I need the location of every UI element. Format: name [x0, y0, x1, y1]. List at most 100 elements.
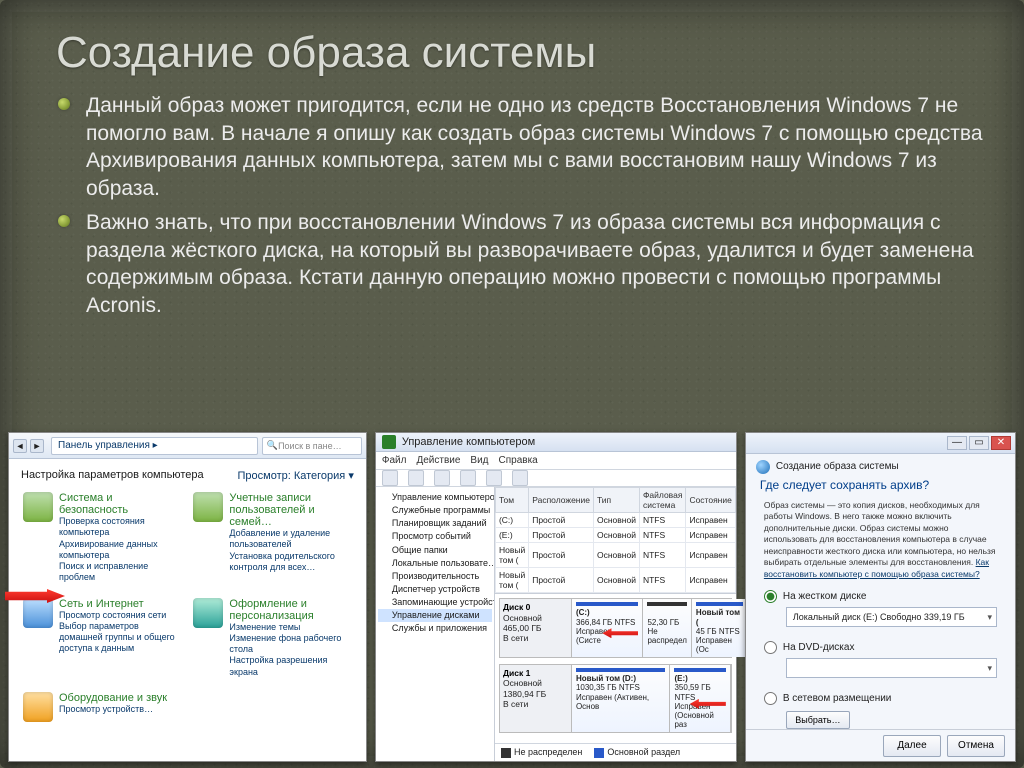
table-row[interactable]: Новый том (ПростойОсновнойNTFSИсправен: [495, 543, 735, 568]
dvd-dropdown[interactable]: [786, 658, 997, 678]
tool-icon[interactable]: [434, 470, 450, 486]
menu-item[interactable]: Действие: [416, 455, 460, 466]
cancel-button[interactable]: Отмена: [947, 735, 1005, 757]
partition[interactable]: Новый том (45 ГБ NTFSИсправен (Ос: [692, 599, 748, 657]
tree-item[interactable]: Диспетчер устройств: [378, 583, 492, 596]
tree-item[interactable]: Служебные программы: [378, 504, 492, 517]
highlight-arrow-icon: [690, 699, 726, 709]
hd-dropdown[interactable]: Локальный диск (E:) Свободно 339,19 ГБ: [786, 607, 997, 627]
window-controls: — ▭ ✕: [746, 433, 1015, 454]
category-link[interactable]: Добавление и удаление пользователей: [229, 528, 351, 551]
option-hard-disk[interactable]: На жестком диске: [764, 590, 997, 603]
cp-category[interactable]: Оборудование и звукПросмотр устройств…: [17, 688, 187, 732]
category-link[interactable]: Установка родительского контроля для все…: [229, 551, 351, 574]
search-icon: 🔍: [267, 440, 278, 451]
cp-category[interactable]: Система и безопасностьПроверка состояния…: [17, 488, 187, 594]
highlight-arrow-icon: [602, 628, 638, 638]
category-title[interactable]: Учетные записи пользователей и семей…: [229, 492, 351, 528]
option-network[interactable]: В сетевом размещении: [764, 692, 997, 705]
wizard-icon: [756, 460, 770, 474]
nav-fwd-icon[interactable]: ►: [30, 439, 44, 453]
tool-icon[interactable]: [486, 470, 502, 486]
screenshot-disk-management: Управление компьютером Файл Действие Вид Сп…: [375, 432, 737, 762]
address-bar[interactable]: Панель управления ▸: [51, 437, 258, 455]
window-titlebar: ◄ ► Панель управления ▸ 🔍 Поиск в пане…: [9, 433, 366, 459]
category-link[interactable]: Проверка состояния компьютера: [59, 516, 181, 539]
category-link[interactable]: Выбор параметров домашней группы и общег…: [59, 621, 181, 655]
category-title[interactable]: Система и безопасность: [59, 492, 181, 516]
partition[interactable]: (E:)350,59 ГБ NTFSИсправен (Основной раз: [670, 665, 730, 732]
option-dvd[interactable]: На DVD-дисках: [764, 641, 997, 654]
bullet-item: Важно знать, что при восстановлении Wind…: [86, 209, 984, 320]
menu-bar[interactable]: Файл Действие Вид Справка: [376, 452, 736, 470]
category-link[interactable]: Просмотр устройств…: [59, 704, 167, 715]
table-row[interactable]: Новый том (ПростойОсновнойNTFSИсправен: [495, 568, 735, 593]
bullet-list: Данный образ может пригодится, если не о…: [0, 92, 1024, 320]
search-placeholder: Поиск в пане…: [278, 441, 342, 451]
column-header[interactable]: Файловая система: [639, 488, 685, 513]
tree-item[interactable]: Запоминающие устройст…: [378, 596, 492, 609]
close-icon[interactable]: ✕: [991, 436, 1011, 450]
category-link[interactable]: Просмотр состояния сети: [59, 610, 181, 621]
category-icon: [193, 492, 223, 522]
legend: Не распределен Основной раздел: [495, 743, 736, 761]
tool-icon[interactable]: [408, 470, 424, 486]
tree-item[interactable]: Общие папки: [378, 544, 492, 557]
search-input[interactable]: 🔍 Поиск в пане…: [262, 437, 362, 455]
tree-item[interactable]: Службы и приложения: [378, 622, 492, 635]
tool-icon[interactable]: [382, 470, 398, 486]
tree-item[interactable]: Планировщик заданий: [378, 517, 492, 530]
column-header[interactable]: Состояние: [686, 488, 735, 513]
tree-item[interactable]: Производительность: [378, 570, 492, 583]
next-button[interactable]: Далее: [883, 735, 941, 757]
partition[interactable]: Новый том (D:)1030,35 ГБ NTFSИсправен (А…: [572, 665, 671, 732]
tool-icon[interactable]: [460, 470, 476, 486]
cp-category[interactable]: Оформление и персонализацияИзменение тем…: [187, 594, 357, 688]
partition[interactable]: (C:)366,84 ГБ NTFSИсправен (Систе: [572, 599, 644, 657]
cp-category[interactable]: Сеть и ИнтернетПросмотр состояния сетиВы…: [17, 594, 187, 688]
toolbar[interactable]: [376, 470, 736, 488]
view-mode[interactable]: Просмотр: Категория ▾: [237, 469, 353, 482]
tree-item[interactable]: Локальные пользовате…: [378, 557, 492, 570]
category-title[interactable]: Сеть и Интернет: [59, 598, 181, 610]
category-link[interactable]: Изменение фона рабочего стола: [229, 633, 351, 656]
screenshot-system-image-wizard: — ▭ ✕ Создание образа системы Где следуе…: [745, 432, 1016, 762]
category-link[interactable]: Поиск и исправление проблем: [59, 561, 181, 584]
column-header[interactable]: Тип: [593, 488, 639, 513]
column-header[interactable]: Том: [495, 488, 528, 513]
category-link[interactable]: Настройка разрешения экрана: [229, 655, 351, 678]
category-title[interactable]: Оформление и персонализация: [229, 598, 351, 622]
cp-heading: Настройка параметров компьютера: [21, 469, 204, 482]
nav-back-icon[interactable]: ◄: [13, 439, 27, 453]
category-link[interactable]: Архивирование данных компьютера: [59, 539, 181, 562]
partition[interactable]: 52,30 ГБНе распредел: [643, 599, 691, 657]
table-row[interactable]: (C:)ПростойОсновнойNTFSИсправен: [495, 513, 735, 528]
radio-net[interactable]: [764, 692, 777, 705]
column-header[interactable]: Расположение: [529, 488, 594, 513]
radio-hd[interactable]: [764, 590, 777, 603]
screenshot-control-panel: ◄ ► Панель управления ▸ 🔍 Поиск в пане… …: [8, 432, 367, 762]
bullet-item: Данный образ может пригодится, если не о…: [86, 92, 984, 203]
menu-item[interactable]: Файл: [382, 455, 407, 466]
menu-item[interactable]: Вид: [470, 455, 488, 466]
cp-category[interactable]: Учетные записи пользователей и семей…Доб…: [187, 488, 357, 594]
category-link[interactable]: Изменение темы: [229, 622, 351, 633]
radio-dvd[interactable]: [764, 641, 777, 654]
table-row[interactable]: (E:)ПростойОсновнойNTFSИсправен: [495, 528, 735, 543]
disk-label: Диск 0Основной465,00 ГБВ сети: [500, 599, 572, 657]
window-titlebar: Управление компьютером: [376, 433, 736, 452]
browse-button[interactable]: Выбрать…: [786, 711, 850, 729]
disk-row: Диск 1Основной1380,94 ГБВ сетиНовый том …: [499, 664, 732, 733]
wizard-title: Создание образа системы: [776, 461, 899, 472]
nav-tree[interactable]: Управление компьютером (л… Служебные про…: [376, 487, 495, 761]
tree-item[interactable]: Управление компьютером (л…: [378, 491, 492, 504]
tool-icon[interactable]: [512, 470, 528, 486]
volume-table[interactable]: ТомРасположениеТипФайловая системаСостоя…: [495, 487, 736, 593]
minimize-icon[interactable]: —: [947, 436, 967, 450]
category-icon: [193, 598, 223, 628]
tree-item[interactable]: Просмотр событий: [378, 530, 492, 543]
tree-item[interactable]: Управление дисками: [378, 609, 492, 622]
menu-item[interactable]: Справка: [499, 455, 538, 466]
maximize-icon[interactable]: ▭: [969, 436, 989, 450]
category-title[interactable]: Оборудование и звук: [59, 692, 167, 704]
